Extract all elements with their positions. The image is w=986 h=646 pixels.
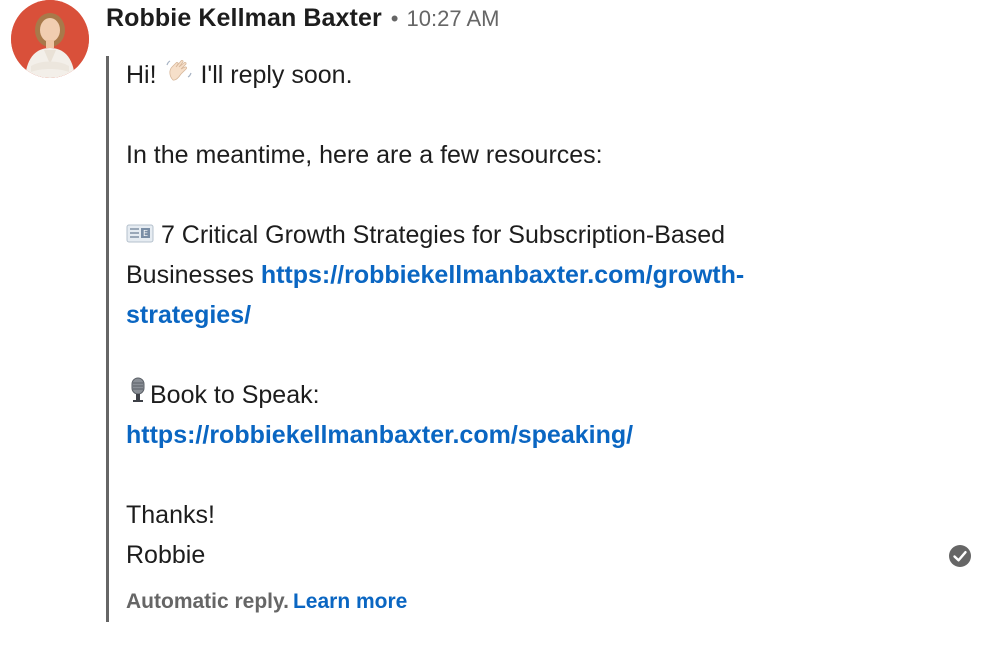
greeting-prefix: Hi! [126, 61, 157, 89]
resource1-text-a: 7 Critical Growth Strategies for Subscri… [160, 221, 726, 249]
profile-photo-icon [11, 0, 89, 78]
learn-more-link[interactable]: Learn more [293, 590, 407, 613]
resource2-line-a: Book to Speak: [126, 375, 946, 415]
auto-reply-footer: Automatic reply. Learn more [126, 590, 407, 614]
message-timestamp: 10:27 AM [406, 6, 500, 31]
svg-text:E: E [143, 229, 148, 238]
resource1-line-c: strategies/ [126, 295, 946, 335]
greeting-line: Hi! I'll reply soon. [126, 55, 946, 95]
resource1-text-b: Businesses [126, 261, 254, 289]
newspaper-envelope-icon: E [126, 216, 154, 256]
message-header: Robbie Kellman Baxter • 10:27 AM [106, 4, 499, 34]
resource2-text: Book to Speak: [150, 381, 320, 409]
growth-strategies-link[interactable]: https://robbiekellmanbaxter.com/growth- [261, 261, 744, 289]
sender-avatar[interactable] [11, 0, 89, 78]
waving-hand-icon [164, 55, 194, 97]
greeting-suffix: I'll reply soon. [200, 61, 353, 89]
closing-line: Thanks! [126, 501, 215, 529]
resource1-line-b: Businesses https://robbiekellmanbaxter.c… [126, 255, 946, 295]
message-body: Hi! I'll reply soon. In the meantime, he… [126, 55, 946, 575]
growth-strategies-link-cont[interactable]: strategies/ [126, 301, 251, 329]
resource2-line-b: https://robbiekellmanbaxter.com/speaking… [126, 415, 946, 455]
intro-line: In the meantime, here are a few resource… [126, 141, 603, 169]
sender-name[interactable]: Robbie Kellman Baxter [106, 4, 382, 33]
resource1-line-a: E 7 Critical Growth Strategies for Subsc… [126, 215, 946, 255]
auto-reply-note: Automatic reply. [126, 590, 289, 613]
signature-line: Robbie [126, 541, 206, 569]
header-separator: • [390, 6, 399, 31]
microphone-icon [126, 376, 150, 416]
speaking-link[interactable]: https://robbiekellmanbaxter.com/speaking… [126, 421, 633, 449]
read-check-icon [948, 544, 972, 568]
message-left-bar [106, 56, 109, 622]
